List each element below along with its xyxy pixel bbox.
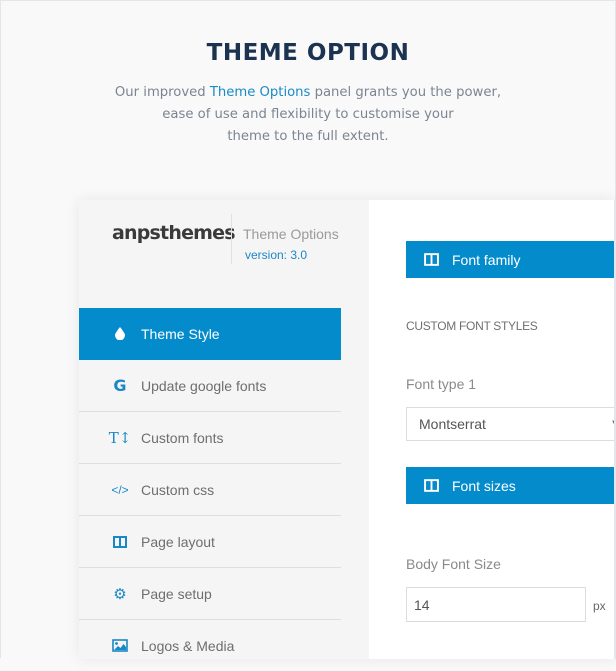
body-font-size-input[interactable]: 14	[406, 587, 586, 622]
sidebar-item-theme-style[interactable]: Theme Style	[79, 308, 341, 360]
sidebar-item-label: Page layout	[141, 533, 215, 550]
columns-icon	[424, 253, 439, 266]
sidebar-item-logos-media[interactable]: Logos & Media	[79, 620, 341, 671]
custom-font-styles-heading: CUSTOM FONT STYLES	[406, 319, 538, 333]
google-icon: G	[113, 376, 127, 395]
sidebar-item-custom-fonts[interactable]: T↕ Custom fonts	[79, 412, 341, 464]
sidebar-item-label: Logos & Media	[141, 637, 235, 654]
body-font-size-label: Body Font Size	[406, 556, 501, 572]
text-height-icon: T↕	[108, 428, 132, 447]
sidebar: anpsthemes Theme Options version: 3.0 Th…	[79, 200, 369, 659]
section-header-label: Font family	[452, 251, 521, 268]
code-icon: </>	[111, 482, 129, 497]
sidebar-item-page-setup[interactable]: ⚙ Page setup	[79, 568, 341, 620]
hero-text-line2: ease of use and flexibility to customise…	[162, 107, 454, 122]
sidebar-item-custom-css[interactable]: </> Custom css	[79, 464, 341, 516]
brand-divider	[231, 214, 232, 264]
hero-text-line1-end: panel grants you the power,	[310, 85, 502, 100]
font-type-label: Font type 1	[406, 376, 477, 392]
font-type-value: Montserrat	[419, 416, 486, 432]
sidebar-item-update-google-fonts[interactable]: G Update google fonts	[79, 360, 341, 412]
page-title: THEME OPTION	[206, 40, 410, 66]
sidebar-item-label: Update google fonts	[141, 377, 267, 394]
image-icon	[111, 637, 129, 655]
section-header-label: Font sizes	[452, 477, 516, 494]
hero-text-line3: theme to the full extent.	[227, 129, 389, 144]
sidebar-nav: Theme Style G Update google fonts T↕ Cus…	[79, 308, 341, 671]
hero-text-start: Our improved	[114, 85, 210, 100]
hero-description: Our improved Theme Options panel grants …	[100, 82, 516, 148]
font-type-select[interactable]: Montserrat ▼	[406, 407, 616, 441]
sidebar-item-label: Custom fonts	[141, 429, 224, 446]
theme-options-link[interactable]: Theme Options	[210, 85, 311, 100]
theme-options-panel: anpsthemes Theme Options version: 3.0 Th…	[79, 200, 616, 659]
content-area: Font family CUSTOM FONT STYLES Font type…	[369, 200, 616, 659]
font-family-section-header[interactable]: Font family	[406, 241, 616, 278]
columns-icon	[424, 479, 439, 492]
brand-logo: anpsthemes	[112, 222, 236, 244]
droplet-icon	[111, 325, 129, 343]
sidebar-item-label: Theme Style	[141, 325, 220, 342]
brand-subtitle: Theme Options	[243, 226, 339, 242]
sidebar-item-label: Custom css	[141, 481, 215, 498]
gear-icon: ⚙	[113, 585, 127, 603]
columns-icon	[111, 533, 129, 551]
font-sizes-section-header[interactable]: Font sizes	[406, 467, 616, 504]
body-font-size-unit: px	[593, 599, 606, 613]
brand-version: version: 3.0	[245, 248, 308, 262]
sidebar-item-label: Page setup	[141, 585, 212, 602]
sidebar-item-page-layout[interactable]: Page layout	[79, 516, 341, 568]
